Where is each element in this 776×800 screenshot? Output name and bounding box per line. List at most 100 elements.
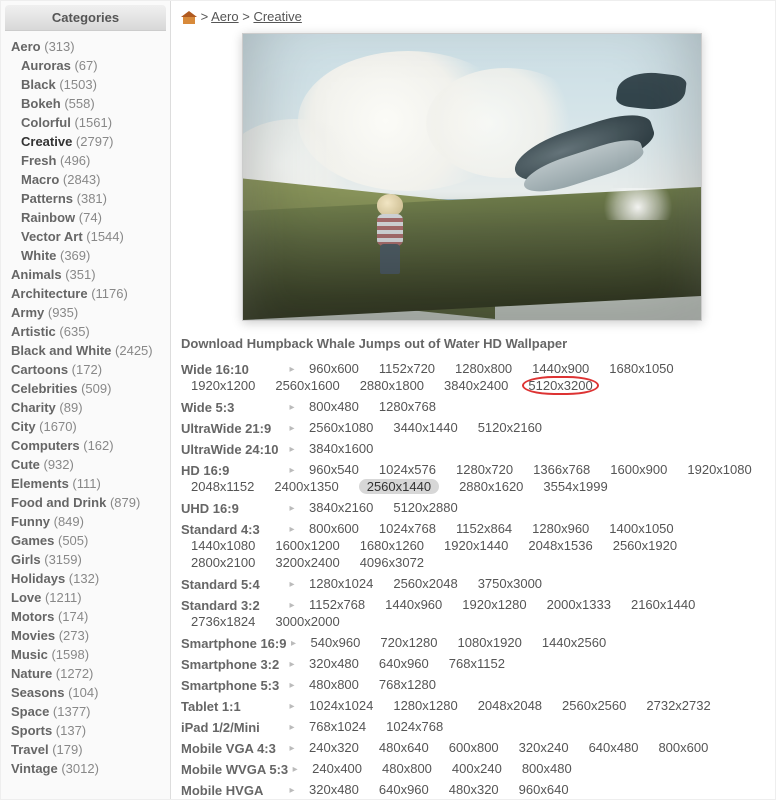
resolution-link[interactable]: 1280x720 [456, 462, 513, 477]
home-icon[interactable] [181, 11, 197, 25]
resolution-link[interactable]: 3554x1999 [543, 479, 607, 494]
category-name[interactable]: Auroras [21, 58, 71, 73]
resolution-link[interactable]: 2560x1600 [275, 378, 339, 393]
resolution-link[interactable]: 1440x2560 [542, 635, 606, 650]
resolution-link[interactable]: 800x480 [522, 761, 572, 776]
resolution-link[interactable]: 2000x1333 [547, 597, 611, 612]
resolution-link[interactable]: 2048x1152 [191, 479, 254, 494]
resolution-link[interactable]: 1280x960 [532, 521, 589, 536]
category-name[interactable]: Black [21, 77, 56, 92]
resolution-link[interactable]: 640x480 [589, 740, 639, 755]
resolution-link[interactable]: 640x960 [379, 782, 429, 797]
category-name[interactable]: City [11, 419, 36, 434]
resolution-link[interactable]: 2560x1920 [613, 538, 677, 553]
category-name[interactable]: Aero [11, 39, 41, 54]
resolution-link[interactable]: 400x240 [452, 761, 502, 776]
resolution-link[interactable]: 800x600 [658, 740, 708, 755]
category-item[interactable]: Celebrities (509) [11, 379, 170, 398]
resolution-link[interactable]: 2160x1440 [631, 597, 695, 612]
resolution-link[interactable]: 1920x1280 [462, 597, 526, 612]
category-item[interactable]: Artistic (635) [11, 322, 170, 341]
resolution-link[interactable]: 2048x2048 [478, 698, 542, 713]
category-name[interactable]: Animals [11, 267, 62, 282]
category-name[interactable]: White [21, 248, 56, 263]
resolution-link[interactable]: 2800x2100 [191, 555, 255, 570]
resolution-link[interactable]: 600x800 [449, 740, 499, 755]
resolution-link[interactable]: 1920x1200 [191, 378, 255, 393]
resolution-link[interactable]: 1440x960 [385, 597, 442, 612]
category-item[interactable]: Girls (3159) [11, 550, 170, 569]
category-name[interactable]: Movies [11, 628, 55, 643]
category-name[interactable]: Colorful [21, 115, 71, 130]
resolution-link[interactable]: 5120x2160 [478, 420, 542, 435]
resolution-link[interactable]: 768x1024 [309, 719, 366, 734]
resolution-link[interactable]: 320x480 [309, 656, 359, 671]
resolution-link[interactable]: 2560x2560 [562, 698, 626, 713]
resolution-link[interactable]: 480x640 [379, 740, 429, 755]
resolution-link[interactable]: 1280x1280 [393, 698, 457, 713]
category-name[interactable]: Girls [11, 552, 41, 567]
resolution-link[interactable]: 2880x1620 [459, 479, 523, 494]
category-name[interactable]: Rainbow [21, 210, 75, 225]
category-name[interactable]: Seasons [11, 685, 64, 700]
category-item[interactable]: Army (935) [11, 303, 170, 322]
category-item[interactable]: Food and Drink (879) [11, 493, 170, 512]
resolution-link[interactable]: 2880x1800 [360, 378, 424, 393]
category-name[interactable]: Travel [11, 742, 49, 757]
category-item[interactable]: Colorful (1561) [11, 113, 170, 132]
resolution-link[interactable]: 4096x3072 [360, 555, 424, 570]
resolution-link[interactable]: 2736x1824 [191, 614, 255, 629]
resolution-link[interactable]: 5120x2880 [393, 500, 457, 515]
resolution-link[interactable]: 1280x1024 [309, 576, 373, 591]
category-item[interactable]: Computers (162) [11, 436, 170, 455]
resolution-link[interactable]: 640x960 [379, 656, 429, 671]
resolution-link[interactable]: 480x800 [382, 761, 432, 776]
category-item[interactable]: Games (505) [11, 531, 170, 550]
resolution-link[interactable]: 1680x1260 [360, 538, 424, 553]
resolution-link[interactable]: 2560x1440 [359, 479, 439, 494]
category-item[interactable]: Vintage (3012) [11, 759, 170, 778]
resolution-link[interactable]: 1080x1920 [458, 635, 522, 650]
resolution-link[interactable]: 3750x3000 [478, 576, 542, 591]
resolution-link[interactable]: 3000x2000 [275, 614, 339, 629]
category-item[interactable]: Elements (111) [11, 474, 170, 493]
resolution-link[interactable]: 720x1280 [380, 635, 437, 650]
resolution-link[interactable]: 2560x1080 [309, 420, 373, 435]
resolution-link[interactable]: 1152x864 [456, 521, 512, 536]
category-name[interactable]: Space [11, 704, 49, 719]
category-item[interactable]: Nature (1272) [11, 664, 170, 683]
resolution-link[interactable]: 5120x3200 [528, 378, 592, 393]
category-item[interactable]: White (369) [11, 246, 170, 265]
resolution-link[interactable]: 1600x900 [610, 462, 667, 477]
resolution-link[interactable]: 1680x1050 [609, 361, 673, 376]
resolution-link[interactable]: 1600x1200 [275, 538, 339, 553]
category-item[interactable]: Fresh (496) [11, 151, 170, 170]
category-name[interactable]: Macro [21, 172, 59, 187]
resolution-link[interactable]: 3200x2400 [275, 555, 339, 570]
resolution-link[interactable]: 1400x1050 [609, 521, 673, 536]
resolution-link[interactable]: 1440x900 [532, 361, 589, 376]
category-name[interactable]: Motors [11, 609, 54, 624]
category-name[interactable]: Sports [11, 723, 52, 738]
category-item[interactable]: Holidays (132) [11, 569, 170, 588]
category-name[interactable]: Patterns [21, 191, 73, 206]
category-name[interactable]: Architecture [11, 286, 88, 301]
resolution-link[interactable]: 240x320 [309, 740, 359, 755]
breadcrumb-creative[interactable]: Creative [253, 9, 301, 24]
category-item[interactable]: Black and White (2425) [11, 341, 170, 360]
category-name[interactable]: Love [11, 590, 41, 605]
category-name[interactable]: Black and White [11, 343, 111, 358]
category-name[interactable]: Cartoons [11, 362, 68, 377]
category-item[interactable]: Cartoons (172) [11, 360, 170, 379]
category-name[interactable]: Charity [11, 400, 56, 415]
resolution-link[interactable]: 800x480 [309, 399, 359, 414]
category-item[interactable]: Black (1503) [11, 75, 170, 94]
resolution-link[interactable]: 768x1280 [379, 677, 436, 692]
category-item[interactable]: Creative (2797) [11, 132, 170, 151]
resolution-link[interactable]: 1024x576 [379, 462, 436, 477]
category-item[interactable]: City (1670) [11, 417, 170, 436]
resolution-link[interactable]: 1024x768 [379, 521, 436, 536]
resolution-link[interactable]: 960x640 [519, 782, 569, 797]
resolution-link[interactable]: 1024x768 [386, 719, 443, 734]
category-name[interactable]: Vintage [11, 761, 58, 776]
